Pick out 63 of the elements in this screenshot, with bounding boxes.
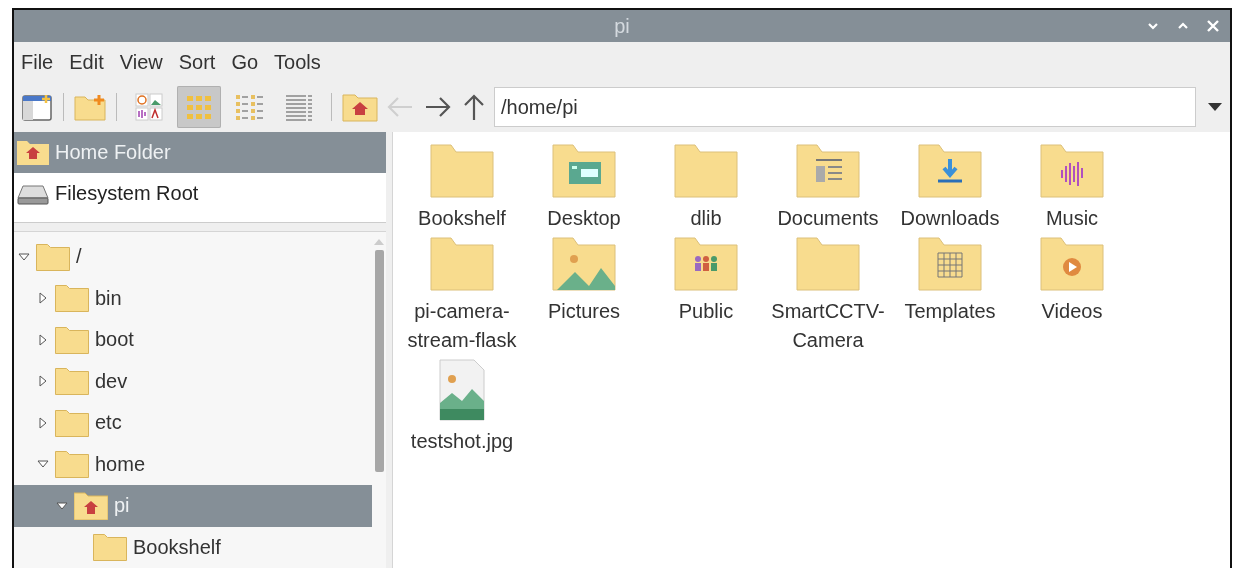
collapsed-arrow-icon[interactable]	[37, 416, 49, 429]
collapsed-arrow-icon[interactable]	[37, 292, 49, 305]
people-folder-icon	[674, 237, 738, 291]
folder-entry[interactable]: Templates	[889, 237, 1011, 355]
home-folder-icon[interactable]	[342, 92, 378, 122]
folder-entry[interactable]: Music	[1011, 144, 1133, 233]
menu-item[interactable]: File	[21, 48, 54, 76]
new-tab-icon[interactable]	[21, 93, 53, 121]
folder-icon	[55, 325, 89, 354]
folder-icon	[430, 237, 494, 291]
pictures-folder-icon	[552, 237, 616, 291]
tree-item[interactable]: bin	[14, 277, 372, 319]
folder-icon	[430, 144, 494, 198]
video-folder-icon	[1040, 237, 1104, 291]
folder-icon	[93, 533, 127, 562]
folder-icon	[55, 284, 89, 313]
folder-icon	[36, 242, 70, 271]
places-item[interactable]: Filesystem Root	[14, 173, 386, 214]
tree-item[interactable]: boot	[14, 319, 372, 361]
menu-item[interactable]: View	[119, 48, 163, 76]
folder-entry[interactable]: Documents	[767, 144, 889, 233]
folder-entry[interactable]: Downloads	[889, 144, 1011, 233]
folder-icon	[674, 144, 738, 198]
folder-icon	[55, 450, 89, 479]
new-folder-icon[interactable]	[74, 93, 106, 121]
home-folder-icon	[17, 140, 49, 165]
tree-item[interactable]: home	[14, 443, 372, 485]
tree-item[interactable]: /	[14, 236, 372, 278]
folder-icon	[55, 367, 89, 396]
folder-entry[interactable]: Videos	[1011, 237, 1133, 355]
templates-folder-icon	[918, 237, 982, 291]
tree-item[interactable]: etc	[14, 402, 372, 444]
menu-item[interactable]: Edit	[69, 48, 104, 76]
expanded-arrow-icon[interactable]	[56, 499, 68, 512]
tree-item[interactable]: dev	[14, 360, 372, 402]
close-icon[interactable]	[1206, 19, 1220, 33]
tree-item[interactable]: Bookshelf	[14, 526, 372, 568]
path-field[interactable]: /home/pi	[494, 87, 1196, 127]
dropdown-caret-icon[interactable]	[1208, 103, 1222, 111]
menu-item[interactable]: Sort	[178, 48, 216, 76]
folder-entry[interactable]: Desktop	[523, 144, 645, 233]
expanded-arrow-icon[interactable]	[18, 250, 30, 263]
collapsed-arrow-icon[interactable]	[37, 333, 49, 346]
home-folder-icon	[74, 491, 108, 520]
folder-entry[interactable]: pi-camera-stream-flask	[401, 237, 523, 355]
window-title: pi	[614, 14, 630, 38]
desktop-folder-icon	[552, 144, 616, 198]
documents-folder-icon	[796, 144, 860, 198]
folder-entry[interactable]: SmartCCTV-Camera	[767, 237, 889, 355]
music-folder-icon	[1040, 144, 1104, 198]
folder-entry[interactable]: Bookshelf	[401, 144, 523, 233]
folder-entry[interactable]: dlib	[645, 144, 767, 233]
collapsed-arrow-icon[interactable]	[37, 375, 49, 388]
folder-icon	[55, 408, 89, 437]
image-entry[interactable]: testshot.jpg	[401, 359, 523, 456]
folder-entry[interactable]: Pictures	[523, 237, 645, 355]
menu-item[interactable]: Go	[231, 48, 259, 76]
thumbnail-grid-icon	[133, 91, 165, 123]
menu-item[interactable]: Tools	[274, 48, 321, 76]
downloads-folder-icon	[918, 144, 982, 198]
image-file-icon	[439, 359, 485, 421]
folder-icon	[796, 237, 860, 291]
folder-entry[interactable]: Public	[645, 237, 767, 355]
